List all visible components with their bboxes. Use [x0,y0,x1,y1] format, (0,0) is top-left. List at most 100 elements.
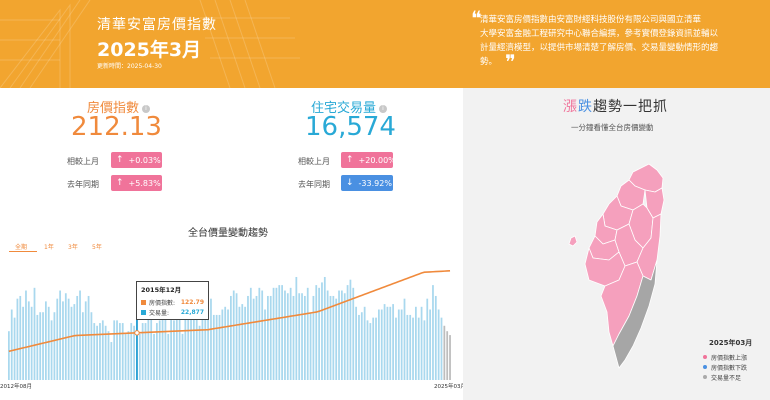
volume-bar[interactable] [343,293,346,380]
volume-bar[interactable] [84,301,87,380]
volume-bar[interactable] [45,301,47,380]
volume-bar[interactable] [389,306,392,380]
volume-bar[interactable] [341,290,343,380]
volume-bar[interactable] [429,309,431,380]
volume-bar[interactable] [409,314,412,380]
volume-bar[interactable] [298,293,301,380]
volume-bar[interactable] [440,317,443,380]
volume-bar[interactable] [116,320,118,380]
volume-bar[interactable] [375,317,377,380]
volume-bar[interactable] [50,320,53,380]
volume-bar[interactable] [426,298,429,380]
volume-bar[interactable] [352,287,355,380]
volume-bar[interactable] [284,290,286,380]
volume-bar[interactable] [369,323,372,380]
volume-bar[interactable] [42,312,44,380]
volume-bar[interactable] [87,295,90,380]
volume-bar[interactable] [247,295,249,380]
volume-bar[interactable] [215,314,218,380]
volume-bar[interactable] [395,317,397,380]
volume-bar[interactable] [224,306,227,380]
volume-bar[interactable] [449,335,451,380]
volume-bar[interactable] [99,323,101,380]
tab-5y[interactable]: 5年 [92,242,102,251]
volume-bar[interactable] [406,314,409,380]
volume-bar[interactable] [59,290,61,380]
volume-bar[interactable] [33,287,36,380]
volume-bar[interactable] [144,323,147,380]
volume-bar[interactable] [432,285,434,380]
volume-bar[interactable] [130,323,133,380]
volume-bar[interactable] [195,314,198,380]
volume-bar[interactable] [207,309,209,380]
volume-bar[interactable] [386,306,389,380]
volume-bar[interactable] [82,312,84,380]
volume-bar[interactable] [275,287,278,380]
volume-bar[interactable] [73,304,76,380]
volume-bar[interactable] [13,317,16,380]
volume-bar[interactable] [221,309,224,380]
volume-bar[interactable] [153,333,155,380]
volume-bar[interactable] [161,312,164,380]
volume-bar[interactable] [150,317,153,380]
volume-bar[interactable] [158,320,161,380]
volume-bar[interactable] [232,290,235,380]
volume-bar[interactable] [198,325,201,380]
volume-bar[interactable] [76,295,79,380]
volume-bar[interactable] [321,282,323,380]
volume-bar[interactable] [39,312,42,380]
volume-bar[interactable] [415,306,417,380]
volume-bar[interactable] [164,314,167,380]
volume-bar[interactable] [167,333,170,380]
volume-bar[interactable] [201,314,204,380]
volume-bar[interactable] [420,306,423,380]
volume-bar[interactable] [304,295,306,380]
volume-bar[interactable] [218,314,221,380]
volume-bar[interactable] [138,333,141,380]
volume-bar[interactable] [141,323,144,380]
volume-bar[interactable] [47,306,50,380]
volume-bar[interactable] [107,331,110,380]
volume-bar[interactable] [318,287,320,380]
volume-bar[interactable] [212,314,215,380]
volume-bar[interactable] [434,295,437,380]
volume-bar[interactable] [30,306,33,380]
taiwan-map[interactable] [563,156,673,386]
volume-bar[interactable] [281,285,283,380]
volume-bar[interactable] [175,309,178,380]
trend-chart[interactable] [0,258,460,382]
volume-bar[interactable] [326,290,329,380]
volume-bar[interactable] [312,295,315,380]
volume-bar[interactable] [289,287,292,380]
volume-bar[interactable] [397,309,400,380]
volume-bar[interactable] [10,309,13,380]
volume-bar[interactable] [147,314,150,380]
volume-bar[interactable] [286,293,289,380]
volume-bar[interactable] [27,301,30,380]
volume-bar[interactable] [378,309,380,380]
volume-bar[interactable] [417,317,420,380]
map-region-penghu[interactable] [568,235,578,247]
volume-bar[interactable] [335,298,338,380]
volume-bar[interactable] [366,320,369,380]
volume-bar[interactable] [423,320,426,380]
volume-bar[interactable] [372,317,375,380]
volume-bar[interactable] [8,331,10,380]
volume-bar[interactable] [67,298,70,380]
volume-bar[interactable] [380,309,383,380]
volume-bar[interactable] [227,309,229,380]
volume-bar[interactable] [346,285,349,380]
volume-bar[interactable] [187,309,190,380]
volume-bar[interactable] [101,320,104,380]
volume-bar[interactable] [238,306,241,380]
volume-bar[interactable] [363,306,366,380]
volume-bar[interactable] [173,320,175,380]
volume-bar[interactable] [400,309,403,380]
volume-bar[interactable] [332,295,335,380]
tab-3y[interactable]: 3年 [68,242,78,251]
volume-bar[interactable] [392,304,394,380]
volume-bar[interactable] [412,317,414,380]
volume-bar[interactable] [446,331,449,380]
volume-bar[interactable] [36,314,39,380]
tab-all[interactable]: 全期 [15,242,27,251]
